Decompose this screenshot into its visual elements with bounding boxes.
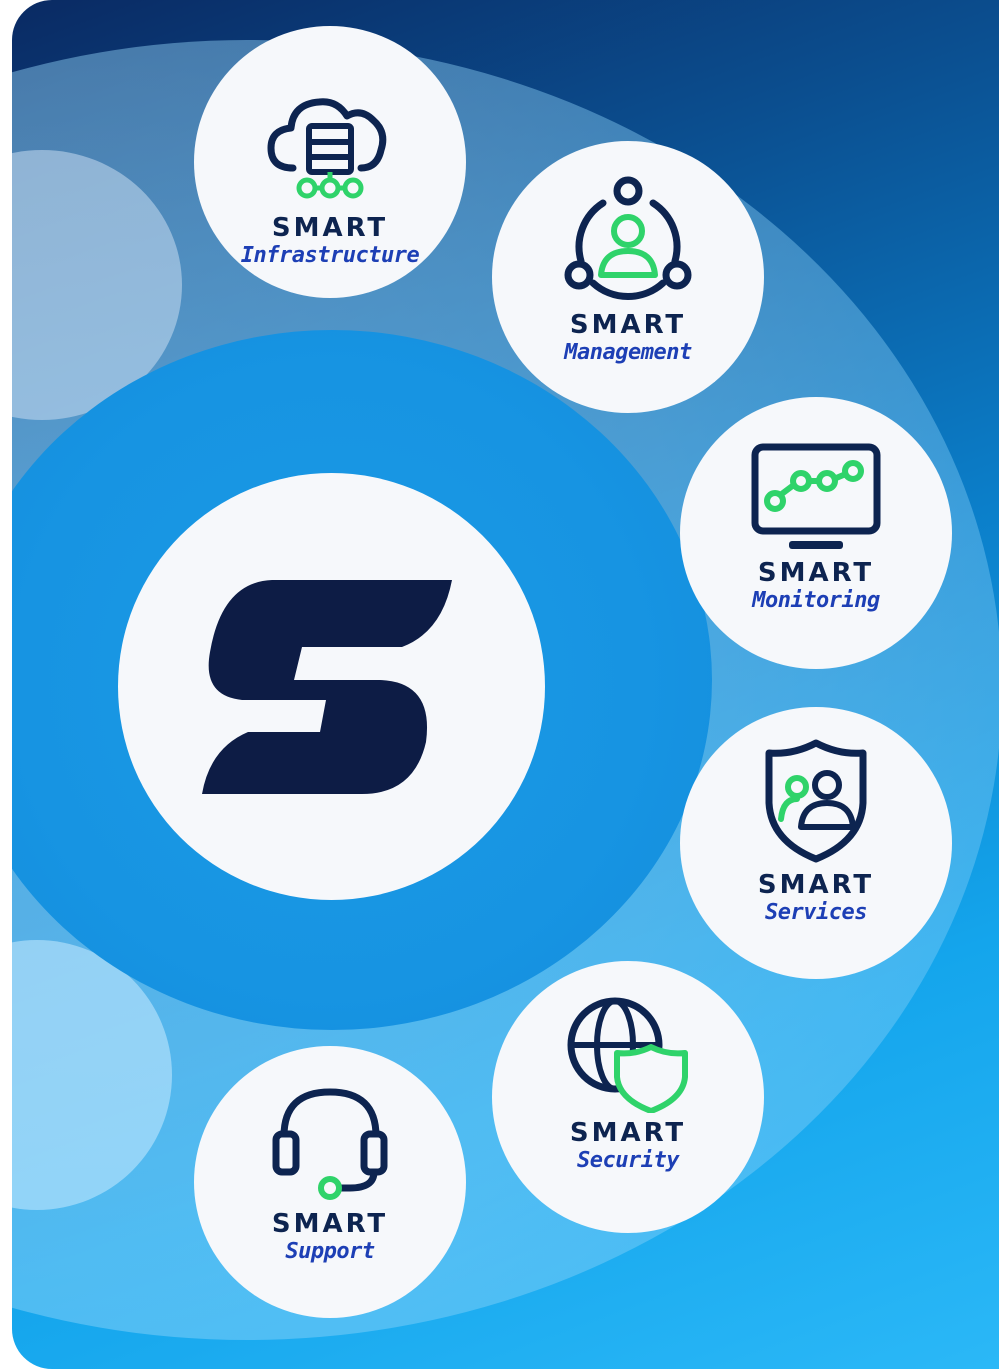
- globe-shield-icon: [567, 997, 688, 1113]
- service-infrastructure: SMART Infrastructure: [194, 26, 466, 298]
- service-name: Monitoring: [752, 588, 880, 613]
- service-name: Management: [564, 340, 692, 365]
- cloud-server-icon: [267, 98, 387, 199]
- center-logo-disc: [118, 473, 545, 900]
- service-management: SMART Management: [492, 141, 764, 413]
- service-name: Support: [285, 1239, 375, 1264]
- brand-s-logo-icon: [201, 579, 452, 794]
- service-name: Services: [765, 900, 867, 925]
- service-name: Infrastructure: [240, 243, 420, 268]
- service-support: SMART Support: [194, 1046, 466, 1318]
- service-name: Security: [577, 1148, 679, 1173]
- headset-icon: [272, 1088, 388, 1200]
- shield-users-icon: [765, 739, 867, 863]
- service-services: SMART Services: [680, 707, 952, 979]
- service-prefix: SMART: [569, 310, 687, 340]
- service-prefix: SMART: [757, 870, 875, 900]
- service-prefix: SMART: [757, 558, 875, 588]
- service-prefix: SMART: [569, 1118, 687, 1148]
- service-security: SMART Security: [492, 961, 764, 1233]
- team-network-icon: [564, 176, 692, 300]
- monitor-graph-icon: [751, 443, 881, 549]
- service-prefix: SMART: [271, 213, 389, 243]
- service-prefix: SMART: [271, 1209, 389, 1239]
- service-monitoring: SMART Monitoring: [680, 397, 952, 669]
